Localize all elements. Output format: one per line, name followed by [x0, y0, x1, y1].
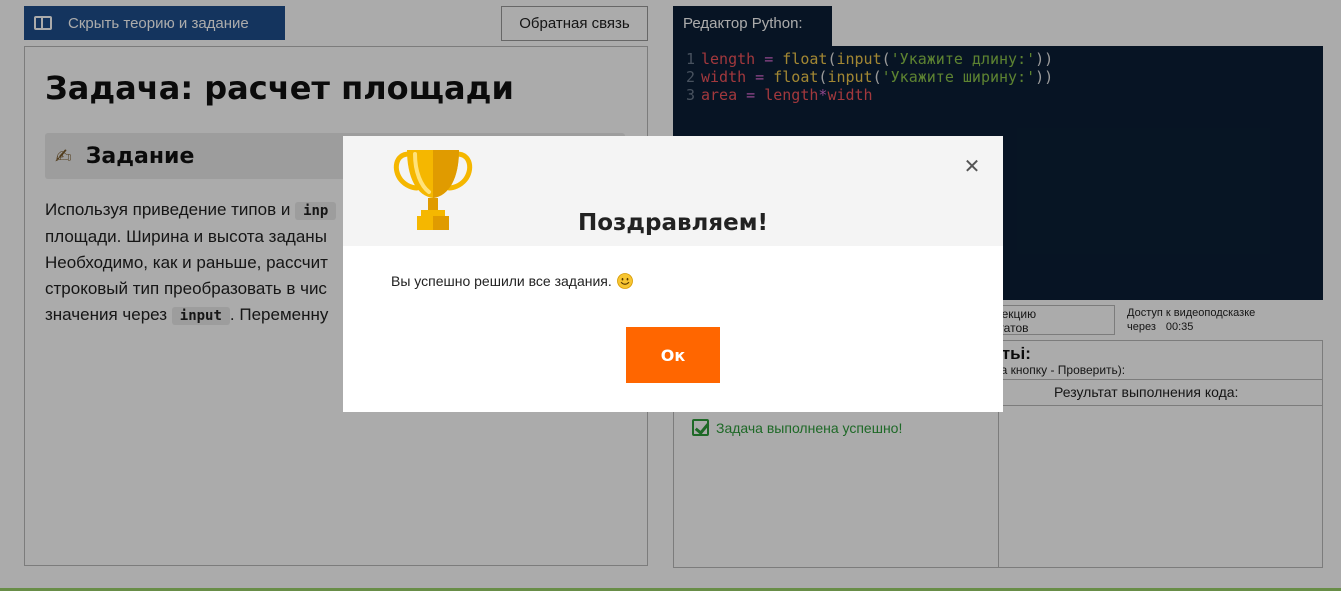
dialog-message-text: Вы успешно решили все задания. — [391, 273, 612, 289]
dialog-header: ✕ Поздравляем! — [343, 136, 1003, 246]
dialog-message: Вы успешно решили все задания. — [391, 273, 633, 289]
congrats-dialog: ✕ Поздравляем! Вы успешно решили все зад… — [343, 136, 1003, 412]
modal-backdrop[interactable]: ✕ Поздравляем! Вы успешно решили все зад… — [0, 0, 1341, 591]
ok-button[interactable]: Ок — [626, 327, 720, 383]
smile-emoji-icon — [616, 273, 633, 289]
dialog-title: Поздравляем! — [577, 210, 769, 236]
close-icon[interactable]: ✕ — [962, 156, 982, 176]
